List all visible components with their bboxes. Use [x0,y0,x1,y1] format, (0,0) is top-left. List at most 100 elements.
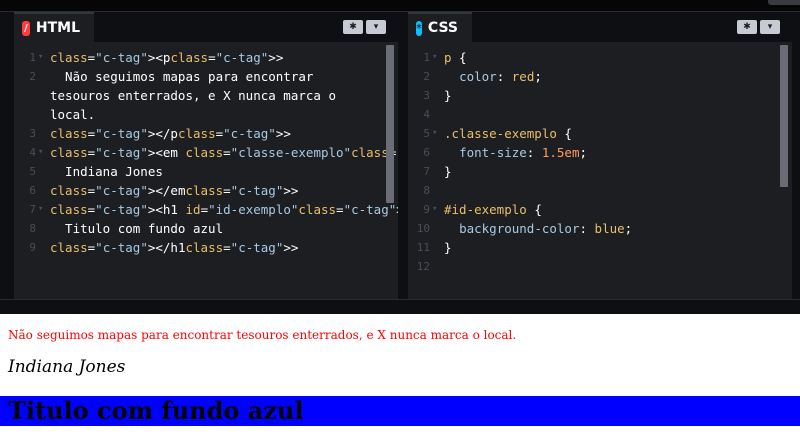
html-code-line[interactable]: 9 class="c-tag"></h1class="c-tag">> [14,238,398,257]
code-text: class="c-tag"><pclass="c-tag">> [50,50,284,65]
toolbar-corner-button[interactable] [768,0,800,5]
code-text: p { [444,50,467,65]
html-editor-scrollbar[interactable] [386,45,394,203]
css-editor-panel: * CSS ✱ ▾ 1 ▾ p {2 color: red; 3} 4 5 ▾ .classe… [408,12,792,299]
line-number: 2 [29,70,36,83]
fold-arrow-icon[interactable]: ▾ [38,48,43,67]
tab-css-label: CSS [427,20,458,36]
html-code-line[interactable]: 7 ▾ class="c-tag"><h1 id="id-exemplo"class… [14,200,398,219]
css-code-line[interactable]: 5 ▾ .classe-exemplo { [408,124,792,143]
css-icon: * [416,20,422,36]
left-margin [0,12,14,299]
fold-arrow-icon[interactable]: ▾ [432,124,437,143]
code-text: class="c-tag"></pclass="c-tag">> [50,126,291,141]
css-code-line[interactable]: 12 [408,257,792,276]
line-number: 8 [29,222,36,235]
html-code-line[interactable]: 8 Titulo com fundo azul [14,219,398,238]
css-code-line[interactable]: 3} [408,86,792,105]
code-text: color: red; [459,69,542,84]
preview-heading: Titulo com fundo azul [0,396,800,426]
css-code-line[interactable]: 8 [408,181,792,200]
right-margin [792,12,800,299]
css-code-line[interactable]: 7} [408,162,792,181]
css-code-line[interactable]: 11} [408,238,792,257]
code-text: class="c-tag"><h1 id="id-exemplo"class="… [50,202,398,217]
top-toolbar-strip [0,0,800,12]
editor-resize-divider[interactable] [398,12,408,299]
html-code-line[interactable]: local. [14,105,398,124]
line-number: 7 [423,165,430,178]
code-text: local. [50,107,96,122]
html-code-line[interactable]: 2 Não seguimos mapas para encontrar [14,67,398,86]
css-editor-controls: ✱ ▾ [737,20,780,34]
code-text: class="c-tag"><em class="classe-exemplo"… [50,145,398,160]
line-number: 2 [423,70,430,83]
tab-html[interactable]: / HTML [14,12,94,42]
fold-arrow-icon[interactable]: ▾ [432,200,437,219]
line-number: 6 [29,184,36,197]
line-number: 9 [29,241,36,254]
css-code-line[interactable]: 4 [408,105,792,124]
html-code-line[interactable]: 1 ▾ class="c-tag"><pclass="c-tag">> [14,48,398,67]
gear-icon[interactable]: ✱ [343,20,363,34]
preview-emphasis: Indiana Jones [8,357,126,377]
line-number: 9 [423,203,430,216]
line-number: 1 [29,51,36,64]
css-code-line[interactable]: 2 color: red; [408,67,792,86]
line-number: 12 [416,260,430,273]
code-text: Indiana Jones [50,164,163,179]
line-number: 4 [423,108,430,121]
line-number: 4 [29,146,36,159]
gear-icon[interactable]: ✱ [737,20,757,34]
code-text: .classe-exemplo { [444,126,572,141]
html-code-area[interactable]: 1 ▾ class="c-tag"><pclass="c-tag">> 2 Não s… [14,48,398,299]
code-text: tesouros enterrados, e X nunca marca o [50,88,336,103]
code-text: class="c-tag"></h1class="c-tag">> [50,240,299,255]
code-editor-area: / HTML ✱ ▾ 1 ▾ class="c-tag"><pclass="c-ta… [0,0,800,314]
code-text: } [444,164,452,179]
html-code-line[interactable]: 3 class="c-tag"></pclass="c-tag">> [14,124,398,143]
css-code-line[interactable]: 1 ▾ p { [408,48,792,67]
css-code-line[interactable]: 6 font-size: 1.5em; [408,143,792,162]
tab-css[interactable]: * CSS [408,12,472,42]
html-editor-controls: ✱ ▾ [343,20,386,34]
fold-arrow-icon[interactable]: ▾ [38,200,43,219]
line-number: 11 [416,241,430,254]
css-code-line[interactable]: 9 ▾ #id-exemplo { [408,200,792,219]
tab-html-label: HTML [35,20,80,36]
line-number: 6 [423,146,430,159]
code-text: class="c-tag"></emclass="c-tag">> [50,183,299,198]
css-code-area[interactable]: 1 ▾ p {2 color: red; 3} 4 5 ▾ .classe-exemplo {… [408,48,792,299]
html-editor-panel: / HTML ✱ ▾ 1 ▾ class="c-tag"><pclass="c-ta… [14,12,398,299]
preview-paragraph: Não seguimos mapas para encontrar tesour… [8,328,517,342]
line-number: 10 [416,222,430,235]
result-preview: Não seguimos mapas para encontrar tesour… [0,314,800,435]
code-text: } [444,88,452,103]
css-code-line[interactable]: 10 background-color: blue; [408,219,792,238]
fold-arrow-icon[interactable]: ▾ [38,143,43,162]
html-code-line[interactable]: 4 ▾ class="c-tag"><em class="classe-exempl… [14,143,398,162]
chevron-down-icon[interactable]: ▾ [760,20,780,34]
line-number: 7 [29,203,36,216]
line-number: 5 [29,165,36,178]
code-text: #id-exemplo { [444,202,542,217]
editor-bottom-bar [0,299,800,314]
fold-arrow-icon[interactable]: ▾ [432,48,437,67]
code-text: background-color: blue; [459,221,633,236]
chevron-down-icon[interactable]: ▾ [366,20,386,34]
css-editor-header: * CSS ✱ ▾ [408,12,792,42]
line-number: 8 [423,184,430,197]
code-text: Titulo com fundo azul [50,221,224,236]
line-number: 1 [423,51,430,64]
html-code-line[interactable]: 5 Indiana Jones [14,162,398,181]
line-number: 3 [29,127,36,140]
html-code-line[interactable]: 6 class="c-tag"></emclass="c-tag">> [14,181,398,200]
html-code-line[interactable]: tesouros enterrados, e X nunca marca o [14,86,398,105]
code-text: } [444,240,452,255]
html-icon: / [22,20,30,36]
code-text: font-size: 1.5em; [459,145,588,160]
css-editor-scrollbar[interactable] [780,45,788,187]
line-number: 3 [423,89,430,102]
html-editor-header: / HTML ✱ ▾ [14,12,398,42]
line-number: 5 [423,127,430,140]
